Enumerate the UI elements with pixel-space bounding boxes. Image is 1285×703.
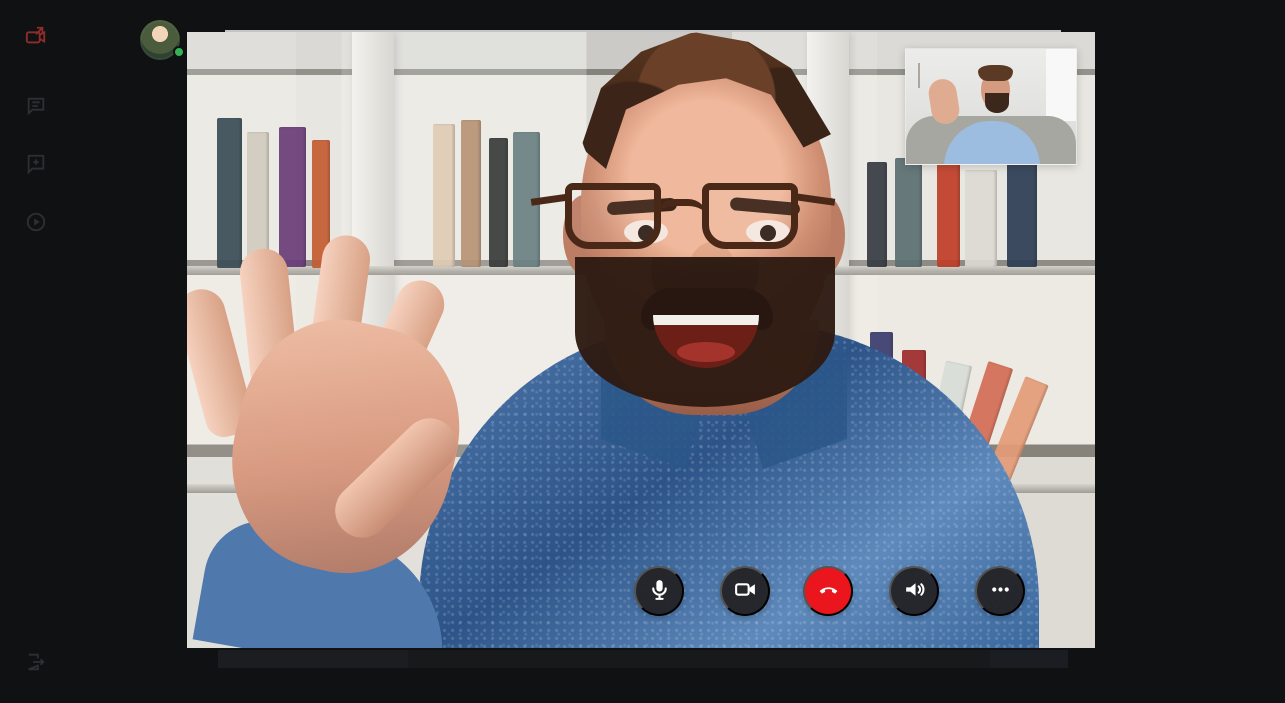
microphone-icon — [647, 577, 672, 605]
phone-hangup-icon — [816, 577, 841, 605]
video-call-window — [187, 32, 1095, 648]
video-camera-icon — [733, 577, 758, 605]
video-button[interactable] — [720, 566, 770, 616]
microphone-button[interactable] — [634, 566, 684, 616]
end-call-button[interactable] — [803, 566, 853, 616]
exit-icon[interactable] — [24, 650, 48, 674]
more-icon — [988, 577, 1013, 605]
call-controls — [634, 566, 1026, 616]
sidebar — [0, 0, 70, 703]
add-chat-icon[interactable] — [24, 152, 48, 176]
video-chat-icon[interactable] — [24, 24, 48, 48]
self-view-video[interactable] — [905, 48, 1077, 165]
chat-icon[interactable] — [24, 94, 48, 118]
video-call-app — [0, 0, 1285, 703]
waving-hand — [187, 210, 484, 648]
speaker-button[interactable] — [889, 566, 939, 616]
background-panel-strip — [218, 650, 1068, 668]
online-status-indicator — [173, 46, 185, 58]
more-options-button[interactable] — [975, 566, 1025, 616]
speaker-icon — [902, 577, 927, 605]
play-circle-icon[interactable] — [24, 210, 48, 234]
